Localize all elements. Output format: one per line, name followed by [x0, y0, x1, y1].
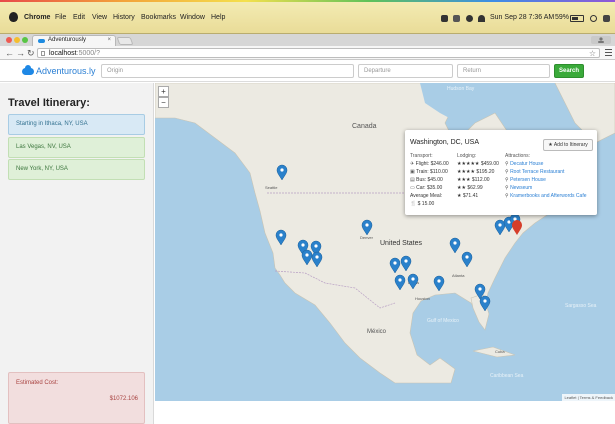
page-icon — [41, 51, 45, 56]
cloud-logo-icon[interactable] — [22, 65, 34, 75]
map-marker-selected-icon[interactable] — [512, 220, 522, 235]
cutlery-icon: 🍴 — [410, 201, 417, 207]
map-marker-icon[interactable] — [494, 219, 506, 236]
menu-view[interactable]: View — [92, 14, 107, 21]
itinerary-stop-start[interactable]: Starting in Ithaca, NY, USA — [8, 114, 145, 135]
map-marker-icon[interactable] — [449, 237, 461, 254]
map-pin-icon: ⚲ — [505, 177, 509, 183]
window-minimize-button[interactable] — [14, 37, 20, 43]
battery-percent: 59% — [555, 14, 570, 21]
bookmark-star-icon[interactable]: ☆ — [589, 49, 596, 58]
map-marker-icon[interactable] — [461, 251, 473, 268]
reload-icon[interactable]: ↻ — [27, 46, 35, 60]
cloud-favicon-icon — [38, 39, 45, 43]
map-marker-icon[interactable] — [394, 274, 406, 291]
city-info-popup: Washington, DC, USA ★ Add to Itinerary T… — [405, 130, 597, 215]
tab-title: Adventurously — [48, 37, 87, 43]
transport-bus: ▤ Bus: $45.00 — [410, 177, 443, 183]
map-attribution[interactable]: Leaflet | Terms & Feedback — [562, 394, 615, 401]
brand-name[interactable]: Adventurous.ly — [36, 66, 96, 76]
menu-history[interactable]: History — [113, 14, 135, 21]
origin-input[interactable]: Origin — [101, 64, 354, 78]
map-marker-icon[interactable] — [275, 229, 287, 246]
average-meal-label: Average Meal: — [410, 193, 443, 199]
estimated-cost-label: Estimated Cost: — [16, 380, 59, 386]
itinerary-sidebar: Travel Itinerary: Starting in Ithaca, NY… — [0, 83, 154, 424]
sync-icon[interactable] — [466, 15, 473, 22]
plane-icon: ✈ — [410, 161, 415, 167]
os-menu-bar: Chrome File Edit View History Bookmarks … — [0, 0, 615, 34]
transport-header: Transport: — [410, 153, 433, 159]
apple-icon[interactable] — [9, 12, 18, 22]
attraction-link[interactable]: ⚲ Kramerbooks and Afterwords Cafe — [505, 193, 587, 199]
back-arrow-icon[interactable]: ← — [5, 46, 14, 60]
estimated-cost-value: $1072.106 — [109, 396, 138, 402]
profile-icon[interactable] — [591, 36, 611, 44]
hamburger-menu-icon[interactable] — [605, 49, 612, 56]
lodging-3-star: ★★★ $112.00 — [457, 177, 490, 183]
return-input[interactable]: Return — [457, 64, 550, 78]
menu-clock[interactable]: Sun Sep 28 7:36 AM — [490, 14, 554, 21]
address-bar[interactable]: localhost:5000/? ☆ — [37, 48, 600, 58]
window-close-button[interactable] — [6, 37, 12, 43]
map-marker-icon[interactable] — [301, 249, 313, 266]
map-pin-icon: ⚲ — [505, 185, 509, 191]
menu-bookmarks[interactable]: Bookmarks — [141, 14, 176, 21]
attractions-header: Attractions: — [505, 153, 531, 159]
popup-city-title: Washington, DC, USA — [410, 139, 479, 146]
departure-input[interactable]: Departure — [358, 64, 453, 78]
volume-icon[interactable] — [453, 15, 460, 22]
map-marker-icon[interactable] — [361, 219, 373, 236]
estimated-cost-panel: Estimated Cost: $1072.106 — [8, 372, 145, 424]
itinerary-title: Travel Itinerary: — [8, 97, 90, 109]
notification-icon[interactable] — [441, 15, 448, 22]
average-meal-value: 🍴 $ 15.00 — [410, 201, 435, 207]
menu-file[interactable]: File — [55, 14, 66, 21]
map-marker-icon[interactable] — [389, 257, 401, 274]
search-button[interactable]: Search — [554, 64, 584, 78]
map-marker-icon[interactable] — [400, 255, 412, 272]
map-marker-icon[interactable] — [276, 164, 288, 181]
attraction-link[interactable]: ⚲ Petersen House — [505, 177, 546, 183]
spotlight-icon[interactable] — [590, 15, 597, 22]
lodging-1-star: ★ $71.41 — [457, 193, 479, 199]
transport-flight: ✈ Flight: $246.00 — [410, 161, 449, 167]
map-marker-icon[interactable] — [433, 275, 445, 292]
lodging-4-star: ★★★★ $195.20 — [457, 169, 495, 175]
menu-window[interactable]: Window — [180, 14, 205, 21]
menu-bar-stripe — [0, 0, 615, 2]
menu-edit[interactable]: Edit — [73, 14, 85, 21]
forward-arrow-icon[interactable]: → — [16, 46, 25, 60]
itinerary-stop[interactable]: New York, NY, USA — [8, 159, 145, 180]
train-icon: ▣ — [410, 169, 415, 175]
tab-close-icon[interactable]: × — [107, 37, 111, 43]
menu-help[interactable]: Help — [211, 14, 225, 21]
map-pin-icon: ⚲ — [505, 161, 509, 167]
lodging-header: Lodging: — [457, 153, 477, 159]
map-marker-icon[interactable] — [407, 273, 419, 290]
attraction-link[interactable]: ⚲ Decatur House — [505, 161, 543, 167]
window-zoom-button[interactable] — [22, 37, 28, 43]
browser-tab-active[interactable]: Adventurously × — [32, 35, 116, 46]
bus-icon: ▤ — [410, 177, 415, 183]
transport-car: ▭ Car: $35.00 — [410, 185, 443, 191]
menu-app-chrome[interactable]: Chrome — [24, 14, 50, 21]
lodging-5-star: ★★★★★ $459.00 — [457, 161, 499, 167]
wifi-icon[interactable] — [478, 15, 485, 22]
notification-center-icon[interactable] — [603, 15, 610, 22]
lodging-2-star: ★★ $62.99 — [457, 185, 483, 191]
car-icon: ▭ — [410, 185, 415, 191]
map-marker-icon[interactable] — [311, 251, 323, 268]
transport-train: ▣ Train: $110.00 — [410, 169, 448, 175]
map-marker-icon[interactable] — [479, 295, 491, 312]
attraction-link[interactable]: ⚲ Root Terrace Restaurant — [505, 169, 564, 175]
url-text: localhost:5000/? — [49, 50, 100, 57]
new-tab-button[interactable] — [116, 37, 134, 45]
attraction-link[interactable]: ⚲ Newseum — [505, 185, 532, 191]
map-pin-icon: ⚲ — [505, 169, 509, 175]
itinerary-stop[interactable]: Las Vegas, NV, USA — [8, 137, 145, 158]
add-to-itinerary-button[interactable]: ★ Add to Itinerary — [543, 139, 593, 151]
battery-icon[interactable] — [570, 15, 584, 22]
map-pin-icon: ⚲ — [505, 193, 509, 199]
